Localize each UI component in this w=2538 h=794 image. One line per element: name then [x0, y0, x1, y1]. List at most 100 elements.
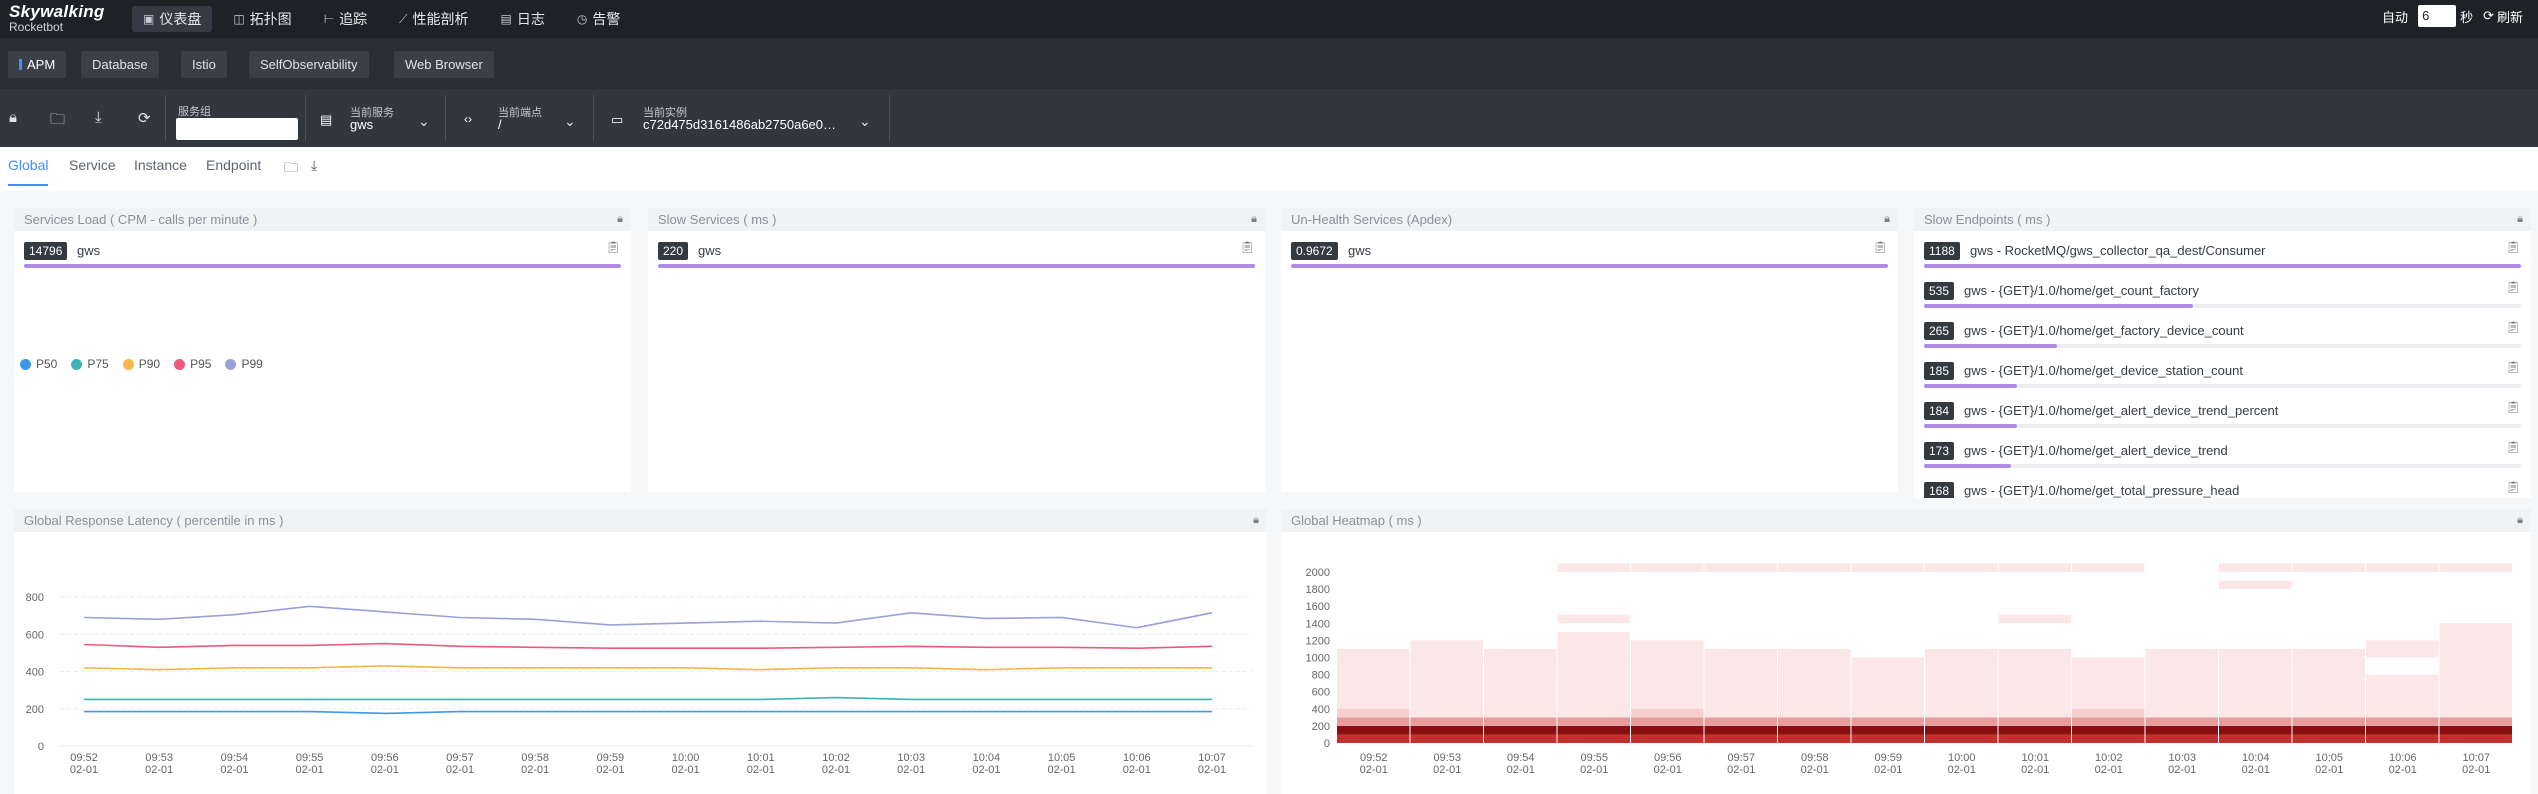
heatmap-cell [2145, 734, 2218, 743]
heatmap-cell [1998, 657, 2071, 667]
x-tick-label: 09:56 [1654, 752, 1682, 764]
heatmap-cell [2219, 657, 2292, 667]
heatmap-cell [2439, 708, 2512, 718]
x-tick-date: 02-01 [822, 764, 850, 776]
heatmap-cell [1704, 657, 1777, 667]
heatmap-cell [1998, 734, 2071, 743]
heatmap-cell [2439, 648, 2512, 658]
x-tick-label: 10:07 [1198, 752, 1226, 764]
heatmap-cell [2145, 691, 2218, 701]
heatmap-cell [2145, 708, 2218, 718]
x-tick-label: 09:58 [521, 752, 549, 764]
heatmap-cell [1925, 708, 1998, 718]
y-tick-label: 800 [26, 592, 44, 604]
heatmap-cell [1557, 725, 1630, 735]
heatmap-cell [1704, 734, 1777, 743]
heatmap-cell [2439, 734, 2512, 743]
heatmap-cell [2145, 725, 2218, 735]
heatmap-cell [1337, 691, 1410, 701]
series-line-p95 [83, 642, 1213, 650]
heatmap-cell [2072, 683, 2145, 692]
heatmap-cell [1337, 708, 1410, 718]
heatmap-cell [1557, 700, 1630, 709]
heatmap-cell [1998, 648, 2071, 658]
heatmap-cell [1778, 657, 1851, 667]
heatmap-cell [1925, 717, 1998, 726]
x-tick-date: 02-01 [220, 764, 248, 776]
heatmap-cell [2366, 700, 2439, 709]
heatmap-cell [1337, 725, 1410, 735]
heatmap-cell [2292, 717, 2365, 726]
heatmap-cell [1778, 717, 1851, 726]
heatmap-cell [1704, 666, 1777, 675]
heatmap-cell [1925, 725, 1998, 735]
x-tick-date: 02-01 [1048, 764, 1076, 776]
heatmap-cell [2366, 734, 2439, 743]
x-tick-label: 09:52 [70, 752, 98, 764]
heatmap-cell [1998, 708, 2071, 718]
x-tick-date: 02-01 [2021, 764, 2049, 776]
heatmap-cell [1410, 708, 1483, 718]
heatmap-cell [1337, 734, 1410, 743]
heatmap-cell [2439, 563, 2512, 572]
y-tick-label: 800 [1312, 670, 1330, 682]
heatmap-cell [2219, 717, 2292, 726]
x-tick-date: 02-01 [972, 764, 1000, 776]
heatmap-cell [2439, 640, 2512, 649]
heatmap-cell [2292, 683, 2365, 692]
x-tick-label: 10:04 [973, 752, 1001, 764]
heatmap-cell [1484, 717, 1557, 726]
x-tick-date: 02-01 [296, 764, 324, 776]
x-tick-label: 10:06 [2389, 752, 2417, 764]
heatmap-cell [1925, 674, 1998, 684]
heatmap-cell [2292, 734, 2365, 743]
heatmap-cell [1484, 657, 1557, 667]
heatmap-cell [1704, 691, 1777, 701]
heatmap-cell [2366, 674, 2439, 684]
heatmap-cell [1484, 700, 1557, 709]
heatmap-cell [1557, 691, 1630, 701]
x-tick-date: 02-01 [747, 764, 775, 776]
heatmap-cell [2072, 700, 2145, 709]
heatmap-cell [2366, 691, 2439, 701]
heatmap-cell [1778, 734, 1851, 743]
heatmap-cell [1778, 666, 1851, 675]
x-tick-label: 10:00 [1948, 752, 1976, 764]
heatmap-cell [1484, 708, 1557, 718]
x-tick-date: 02-01 [1507, 764, 1535, 776]
heatmap-cell [2145, 657, 2218, 667]
x-tick-date: 02-01 [145, 764, 173, 776]
heatmap-cell [2292, 691, 2365, 701]
heatmap-cell [2219, 700, 2292, 709]
x-tick-date: 02-01 [1727, 764, 1755, 776]
heatmap-cell [2072, 674, 2145, 684]
x-tick-label: 09:53 [145, 752, 173, 764]
heatmap-cell [1557, 708, 1630, 718]
heatmap-cell [1410, 691, 1483, 701]
heatmap-cell [1337, 657, 1410, 667]
heatmap-cell [2219, 683, 2292, 692]
x-tick-date: 02-01 [2168, 764, 2196, 776]
x-tick-date: 02-01 [1433, 764, 1461, 776]
heatmap-cell [2072, 708, 2145, 718]
heatmap-cell [1925, 700, 1998, 709]
x-tick-date: 02-01 [446, 764, 474, 776]
heatmap-cell [1631, 674, 1704, 684]
heatmap-cell [1704, 683, 1777, 692]
y-tick-label: 400 [26, 667, 44, 679]
heatmap-cell [1998, 700, 2071, 709]
x-tick-label: 10:02 [822, 752, 850, 764]
heatmap-cell [1851, 700, 1924, 709]
x-tick-date: 02-01 [2242, 764, 2270, 776]
heatmap-cell [1557, 640, 1630, 649]
heatmap-cell [2292, 648, 2365, 658]
heatmap-cell [1410, 717, 1483, 726]
heatmap-cell [1557, 563, 1630, 572]
heatmap-cell [1410, 674, 1483, 684]
x-tick-label: 09:54 [221, 752, 249, 764]
y-tick-label: 1400 [1306, 618, 1330, 630]
x-tick-date: 02-01 [1948, 764, 1976, 776]
x-tick-label: 10:07 [2462, 752, 2490, 764]
x-tick-date: 02-01 [1123, 764, 1151, 776]
heatmap-cell [1925, 666, 1998, 675]
